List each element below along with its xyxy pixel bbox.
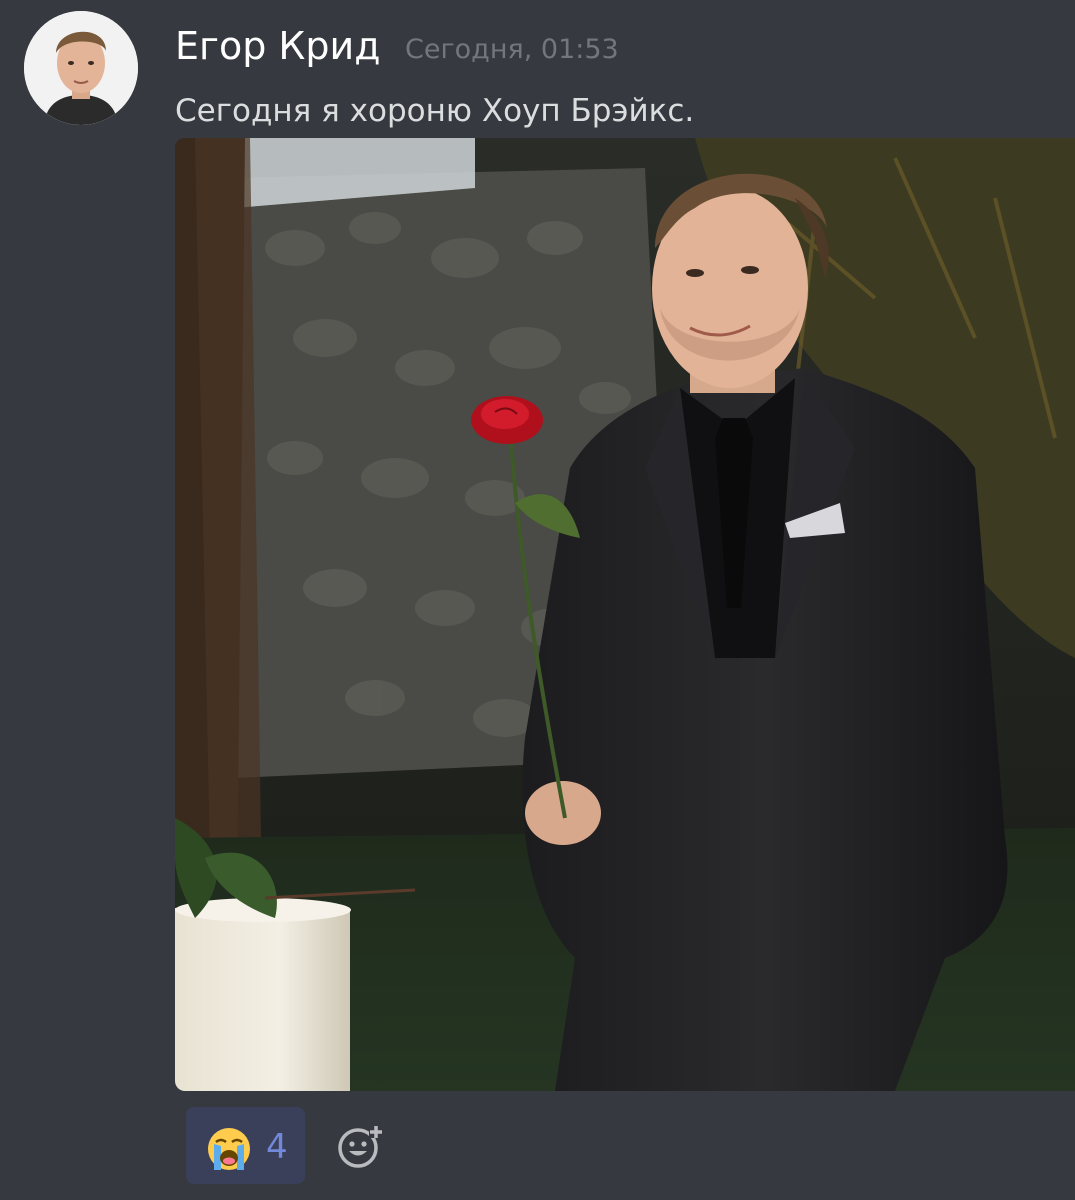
message-content: Сегодня я хороню Хоуп Брэйкс. <box>175 93 695 129</box>
user-avatar[interactable] <box>24 11 138 125</box>
message-timestamp: Сегодня, 01:53 <box>405 34 619 65</box>
add-reaction-icon <box>338 1124 383 1168</box>
loudly-crying-face-icon <box>206 1126 252 1172</box>
chat-message: Егор Крид Сегодня, 01:53 Сегодня я хорон… <box>0 0 1075 1200</box>
message-author[interactable]: Егор Крид <box>175 20 381 72</box>
attachment-photo <box>175 138 1075 1091</box>
add-reaction-button[interactable] <box>336 1122 384 1170</box>
reaction-count: 4 <box>266 1127 288 1167</box>
avatar-portrait <box>24 11 138 125</box>
reaction-button[interactable]: 4 <box>186 1107 305 1184</box>
image-attachment[interactable] <box>175 138 1075 1091</box>
